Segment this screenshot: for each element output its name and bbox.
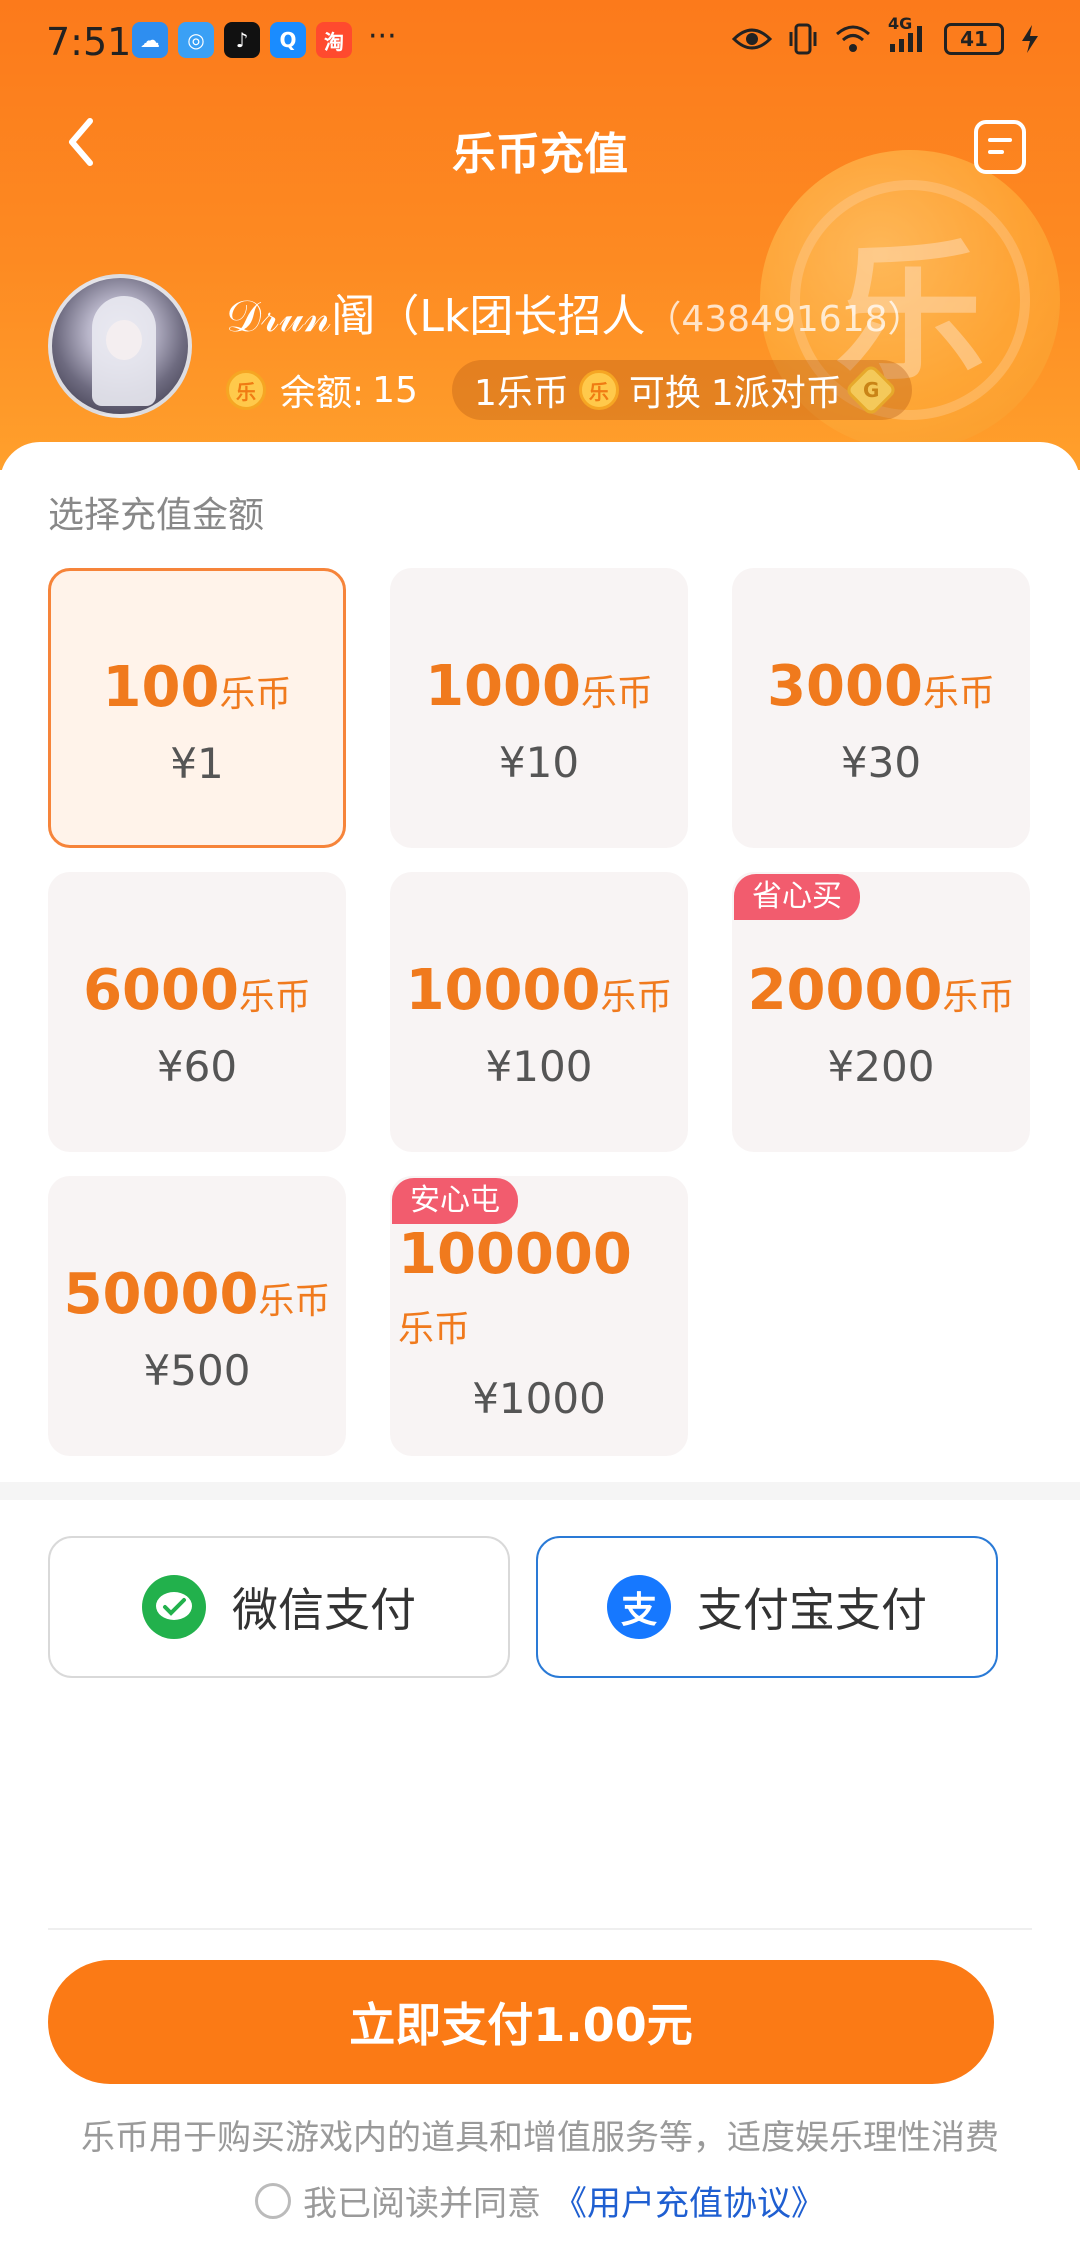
package-card-100000[interactable]: 安心屯 100000乐币 ¥1000 [390,1176,688,1456]
exchange-rate-pill: 1乐币 乐 可换 1派对币 G [451,360,912,420]
agree-text: 我已阅读并同意 [303,2184,541,2224]
package-card-50000[interactable]: 50000乐币 ¥500 [48,1176,346,1456]
section-title: 选择充值金额 [48,495,265,536]
package-card-20000[interactable]: 省心买 20000乐币 ¥200 [732,872,1030,1152]
balance-value: 15 [372,369,418,411]
status-bar: 7:51 ☁ ◎ ♪ Q 淘 ··· 4G 41 [0,0,1080,90]
rate-right: 1派对币 [710,373,842,414]
status-more-icon: ··· [368,19,397,54]
le-coin-icon: 乐 [578,370,619,410]
tiktok-app-icon: ♪ [224,22,260,58]
package-amount: 20000乐币 [747,958,1015,1023]
party-coin-icon: G [843,363,898,417]
rate-middle: 可换 [628,373,701,414]
vibrate-icon [788,22,818,56]
footer-divider [48,1928,1032,1930]
pay-now-button[interactable]: 立即支付1.00元 [48,1960,994,2084]
agreement-row: 我已阅读并同意 《用户充值协议》 [0,2176,1080,2225]
package-price: ¥1 [170,739,224,788]
charging-icon [1020,24,1040,54]
disclaimer-text: 乐币用于购买游戏内的道具和增值服务等，适度娱乐理性消费 [81,2118,999,2158]
records-menu-button[interactable] [974,120,1026,174]
avatar [48,274,192,418]
alipay-icon: 支 [607,1575,671,1639]
battery-icon: 41 [944,23,1004,55]
package-price: ¥10 [498,738,580,787]
promo-tag: 安心屯 [392,1178,518,1224]
wechat-icon [142,1575,206,1639]
wifi-icon [834,24,872,54]
package-price: ¥1000 [472,1374,606,1423]
taobao-app-icon: 淘 [316,22,352,58]
weather-app-icon: ☁ [132,22,168,58]
page-title: 乐币充值 [452,129,628,180]
package-card-3000[interactable]: 3000乐币 ¥30 [732,568,1030,848]
balance-row: 乐 余额: 15 1乐币 乐 可换 1派对币 G [226,360,912,420]
eye-icon [732,25,772,53]
package-amount: 3000乐币 [767,654,995,719]
user-name: 𝒟𝓇𝓊𝓃阍（Lk团长招人（438491618） [226,280,924,344]
package-amount: 6000乐币 [83,958,311,1023]
alipay-option[interactable]: 支 支付宝支付 [536,1536,998,1678]
package-price: ¥100 [485,1042,593,1091]
status-app-icons: ☁ ◎ ♪ Q 淘 ··· [132,22,397,58]
package-amount: 1000乐币 [425,654,653,719]
header: 乐 7:51 ☁ ◎ ♪ Q 淘 ··· 4G 41 乐币充值 𝒟𝓇𝓊𝓃阍（Lk… [0,0,1080,470]
rate-left: 1乐币 [473,373,569,414]
package-amount: 50000乐币 [63,1262,331,1327]
signal-icon: 4G [888,14,928,54]
wechat-pay-label: 微信支付 [232,1583,416,1637]
promo-tag: 省心买 [734,874,860,920]
user-display-name: 𝒟𝓇𝓊𝓃阍（Lk团长招人 [226,291,646,342]
section-divider [0,1482,1080,1500]
status-right: 4G 41 [732,14,1040,56]
package-amount: 10000乐币 [405,958,673,1023]
wechat-pay-option[interactable]: 微信支付 [48,1536,510,1678]
browser-app-icon: ◎ [178,22,214,58]
package-amount: 100乐币 [102,655,292,720]
package-card-10000[interactable]: 10000乐币 ¥100 [390,872,688,1152]
package-price: ¥500 [143,1346,251,1395]
network-type: 4G [888,14,913,33]
package-card-1000[interactable]: 1000乐币 ¥10 [390,568,688,848]
alipay-label: 支付宝支付 [697,1583,927,1637]
package-card-6000[interactable]: 6000乐币 ¥60 [48,872,346,1152]
agree-checkbox[interactable] [255,2182,291,2219]
le-coin-icon: 乐 [226,370,266,410]
status-time: 7:51 [46,20,132,64]
package-card-100[interactable]: 100乐币 ¥1 [48,568,346,848]
search-app-icon: Q [270,22,306,58]
package-amount: 100000乐币 [398,1222,632,1351]
agreement-link[interactable]: 《用户充值协议》 [553,2176,825,2225]
package-price: ¥30 [840,738,922,787]
package-price: ¥60 [156,1042,238,1091]
balance-label: 余额: [280,373,365,414]
package-price: ¥200 [827,1042,935,1091]
user-id: （438491618） [645,299,924,340]
